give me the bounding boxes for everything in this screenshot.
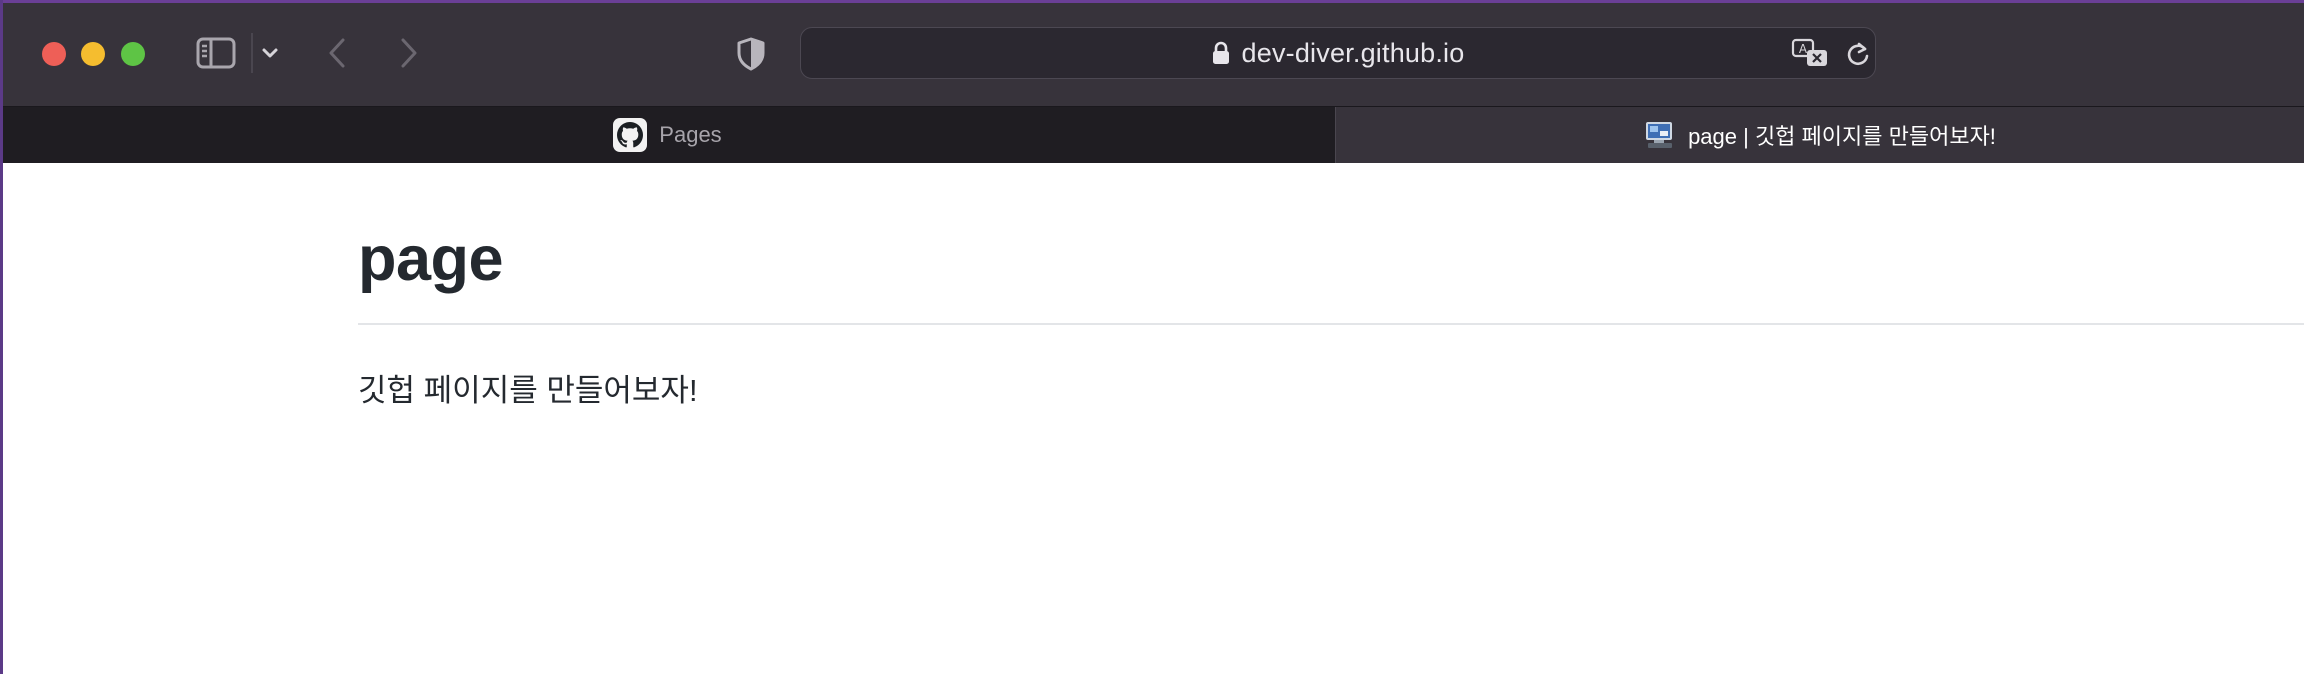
sidebar-icon — [196, 37, 236, 69]
lock-icon — [1212, 41, 1229, 64]
tab-label: Pages — [659, 122, 722, 147]
page-paragraph: 깃헙 페이지를 만들어보자! — [358, 373, 698, 408]
address-bar[interactable]: dev-diver.github.io A — [800, 27, 1876, 79]
back-button[interactable] — [322, 36, 352, 70]
sidebar-menu-button[interactable] — [258, 40, 282, 66]
computer-icon — [1644, 121, 1676, 149]
github-icon — [613, 118, 648, 152]
chevron-down-icon — [262, 48, 278, 58]
toolbar-divider — [251, 33, 253, 73]
svg-text:A: A — [1799, 42, 1808, 56]
page-content: page 깃헙 페이지를 만들어보자! — [0, 163, 2304, 674]
browser-window: dev-diver.github.io A Pages page | 깃헙 페이… — [0, 0, 2304, 674]
shield-icon — [737, 37, 765, 71]
chevron-left-icon — [329, 38, 345, 68]
tab-label: page | 깃헙 페이지를 만들어보자! — [1688, 124, 1996, 149]
maximize-window-button[interactable] — [121, 42, 145, 66]
title-divider — [358, 323, 2304, 325]
tab-bar: Pages page | 깃헙 페이지를 만들어보자! — [0, 106, 2304, 163]
minimize-window-button[interactable] — [81, 42, 105, 66]
url-display: dev-diver.github.io — [801, 28, 1875, 78]
forward-button[interactable] — [394, 36, 424, 70]
privacy-report-button[interactable] — [734, 36, 768, 72]
translate-button[interactable]: A — [1791, 38, 1831, 70]
url-text: dev-diver.github.io — [1241, 37, 1465, 68]
reload-icon — [1847, 42, 1869, 66]
translate-icon: A — [1791, 38, 1827, 66]
close-window-button[interactable] — [42, 42, 66, 66]
tab-page[interactable]: page | 깃헙 페이지를 만들어보자! — [1336, 107, 2304, 163]
tab-pages[interactable]: Pages — [0, 107, 1336, 163]
reload-button[interactable] — [1843, 39, 1873, 69]
chevron-right-icon — [401, 38, 417, 68]
sidebar-toggle-button[interactable] — [196, 36, 236, 70]
browser-toolbar: dev-diver.github.io A — [0, 0, 2304, 106]
page-title: page — [358, 224, 504, 294]
